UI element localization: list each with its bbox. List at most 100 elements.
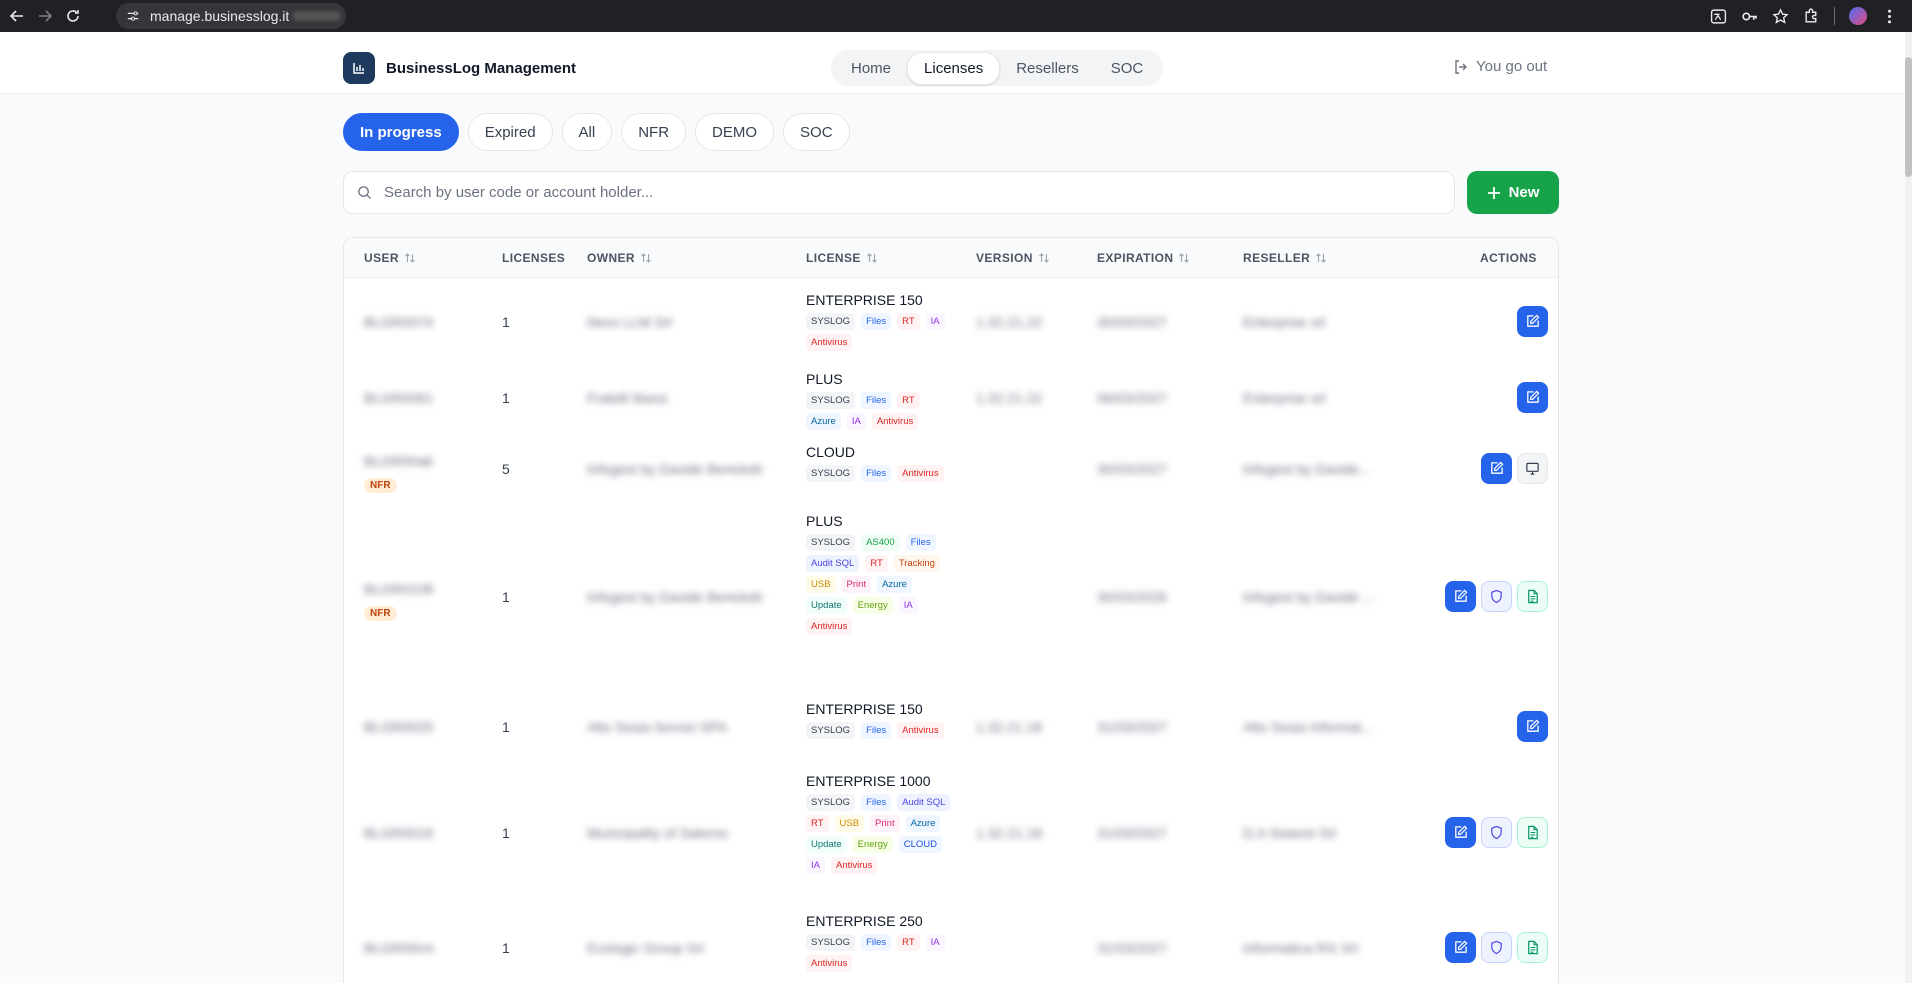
brand[interactable]: BusinessLog Management bbox=[343, 52, 576, 84]
owner-redacted: Ecologic Group Srl bbox=[587, 940, 704, 956]
edit-button[interactable] bbox=[1517, 711, 1548, 742]
module-tag: Update bbox=[806, 597, 847, 614]
col-license[interactable]: LICENSE bbox=[806, 251, 878, 265]
search-input[interactable] bbox=[384, 184, 1384, 201]
module-tag: SYSLOG bbox=[806, 392, 856, 409]
search-icon bbox=[358, 186, 372, 200]
shield-button[interactable] bbox=[1481, 932, 1512, 963]
edit-icon bbox=[1527, 719, 1540, 732]
reload-icon bbox=[67, 10, 79, 22]
license-name: ENTERPRISE 150 bbox=[806, 292, 923, 308]
star-icon[interactable] bbox=[1772, 7, 1789, 25]
key-icon[interactable] bbox=[1741, 8, 1758, 25]
extensions-icon[interactable] bbox=[1803, 7, 1820, 25]
table-row[interactable]: BLGR0061 1 Fratelli Bassi PLUS SYSLOG Files RT… bbox=[344, 361, 1558, 434]
module-tags: SYSLOG Files Audit SQL RT USB Print Azure Updat… bbox=[806, 794, 956, 874]
module-tag: Antivirus bbox=[897, 722, 944, 739]
new-license-button[interactable]: New bbox=[1467, 171, 1559, 214]
edit-button[interactable] bbox=[1517, 381, 1548, 413]
module-tag: IA bbox=[898, 597, 918, 614]
module-tag: SYSLOG bbox=[806, 722, 856, 739]
col-user[interactable]: USER bbox=[364, 251, 416, 265]
profile-avatar[interactable] bbox=[1849, 7, 1867, 25]
edit-button[interactable] bbox=[1445, 932, 1476, 963]
url-redacted bbox=[293, 11, 342, 21]
version-redacted: 1.32.21.18 bbox=[976, 825, 1043, 841]
user-cell: BLGR0025 bbox=[364, 719, 433, 735]
table-row[interactable]: BLGR0025 1 Alto Sesia Servizi SPA ENTERPRIS… bbox=[344, 691, 1558, 763]
module-tag: USB bbox=[806, 576, 836, 593]
shield-icon bbox=[1491, 589, 1502, 604]
page-scrollbar[interactable] bbox=[1905, 32, 1912, 983]
row-actions bbox=[1517, 711, 1548, 742]
filter-soc[interactable]: SOC bbox=[783, 113, 850, 151]
reload-button[interactable] bbox=[62, 5, 84, 27]
filter-demo[interactable]: DEMO bbox=[695, 113, 775, 151]
document-icon bbox=[1528, 825, 1538, 840]
user-code-redacted: BLGR0061 bbox=[364, 389, 434, 406]
doc-button[interactable] bbox=[1517, 932, 1548, 963]
reseller-redacted: Infogest by Davide ... bbox=[1243, 589, 1375, 605]
user-cell: BLGR00ab NFR bbox=[364, 453, 433, 493]
user-code-redacted: BLGR00ab bbox=[364, 452, 434, 469]
sort-icon bbox=[1179, 253, 1190, 263]
user-code-redacted: BLGR00rm bbox=[364, 940, 435, 956]
browser-actions bbox=[1710, 0, 1898, 32]
nav-home[interactable]: Home bbox=[835, 53, 907, 84]
col-reseller[interactable]: RESELLER bbox=[1243, 251, 1327, 265]
more-menu-icon[interactable] bbox=[1881, 8, 1898, 25]
module-tags: SYSLOG Files RT IA Antivirus bbox=[806, 313, 956, 351]
edit-button[interactable] bbox=[1481, 452, 1512, 484]
row-actions bbox=[1445, 817, 1548, 848]
licenses-count: 1 bbox=[502, 313, 510, 330]
col-expiration[interactable]: EXPIRATION bbox=[1097, 251, 1190, 265]
license-cell: PLUS SYSLOG Files RT Azure IA Antivirus bbox=[806, 371, 956, 430]
table-row[interactable]: BLGR00ab NFR 5 Infogest by Davide Bertolott… bbox=[344, 434, 1558, 503]
filter-all[interactable]: All bbox=[561, 113, 613, 151]
doc-button[interactable] bbox=[1517, 817, 1548, 848]
user-code-redacted: BLGR0108 bbox=[364, 581, 434, 597]
edit-button[interactable] bbox=[1517, 305, 1548, 337]
user-cell: BLGR0061 bbox=[364, 390, 433, 406]
row-actions bbox=[1481, 452, 1548, 484]
top-navigation: Home Licenses Resellers SOC bbox=[831, 50, 1164, 86]
module-tag: IA bbox=[806, 857, 825, 874]
table-row[interactable]: BLGR0108 NFR 1 Infogest by Davide Bertolott… bbox=[344, 503, 1558, 691]
col-version[interactable]: VERSION bbox=[976, 251, 1050, 265]
nav-licenses[interactable]: Licenses bbox=[907, 51, 1001, 85]
nav-soc[interactable]: SOC bbox=[1095, 53, 1160, 84]
module-tag: Azure bbox=[877, 576, 912, 593]
edit-button[interactable] bbox=[1445, 817, 1476, 848]
filter-expired[interactable]: Expired bbox=[467, 113, 553, 151]
monitor-button[interactable] bbox=[1517, 452, 1548, 484]
shield-button[interactable] bbox=[1481, 817, 1512, 848]
col-owner[interactable]: OWNER bbox=[587, 251, 652, 265]
address-bar[interactable]: manage.businesslog.it bbox=[116, 3, 346, 29]
nav-resellers[interactable]: Resellers bbox=[1000, 53, 1095, 84]
shield-button[interactable] bbox=[1481, 581, 1512, 612]
user-cell: BLGR0016 bbox=[364, 825, 433, 841]
translate-icon[interactable] bbox=[1710, 8, 1727, 25]
filter-in-progress[interactable]: In progress bbox=[343, 113, 459, 151]
edit-button[interactable] bbox=[1445, 581, 1476, 612]
logout-button[interactable]: You go out bbox=[1453, 58, 1547, 75]
module-tag: Energy bbox=[852, 597, 893, 614]
table-row[interactable]: BLGR00rm 1 Ecologic Group Srl ENTERPRISE 25… bbox=[344, 903, 1558, 983]
back-button[interactable] bbox=[6, 5, 28, 27]
scrollbar-thumb[interactable] bbox=[1905, 57, 1912, 177]
row-actions bbox=[1445, 581, 1548, 612]
module-tag: Files bbox=[861, 392, 892, 409]
site-settings-icon bbox=[127, 11, 139, 21]
doc-button[interactable] bbox=[1517, 581, 1548, 612]
module-tag: Antivirus bbox=[806, 955, 853, 972]
table-row[interactable]: BLGR0074 1 Nexo LLM Srl ENTERPRISE 150 SYSLO… bbox=[344, 282, 1558, 361]
forward-button[interactable] bbox=[34, 5, 56, 27]
reseller-redacted: Enterprise srl bbox=[1243, 389, 1326, 406]
table-row[interactable]: BLGR0016 1 Municipality of Salerno ENTERPRI… bbox=[344, 763, 1558, 903]
version-redacted: 1.32.21.22 bbox=[976, 313, 1043, 330]
module-tag: Files bbox=[861, 313, 892, 330]
license-name: CLOUD bbox=[806, 444, 856, 460]
monitor-icon bbox=[1526, 462, 1539, 475]
filter-nfr[interactable]: NFR bbox=[621, 113, 687, 151]
module-tags: SYSLOG Files RT Azure IA Antivirus bbox=[806, 392, 956, 430]
